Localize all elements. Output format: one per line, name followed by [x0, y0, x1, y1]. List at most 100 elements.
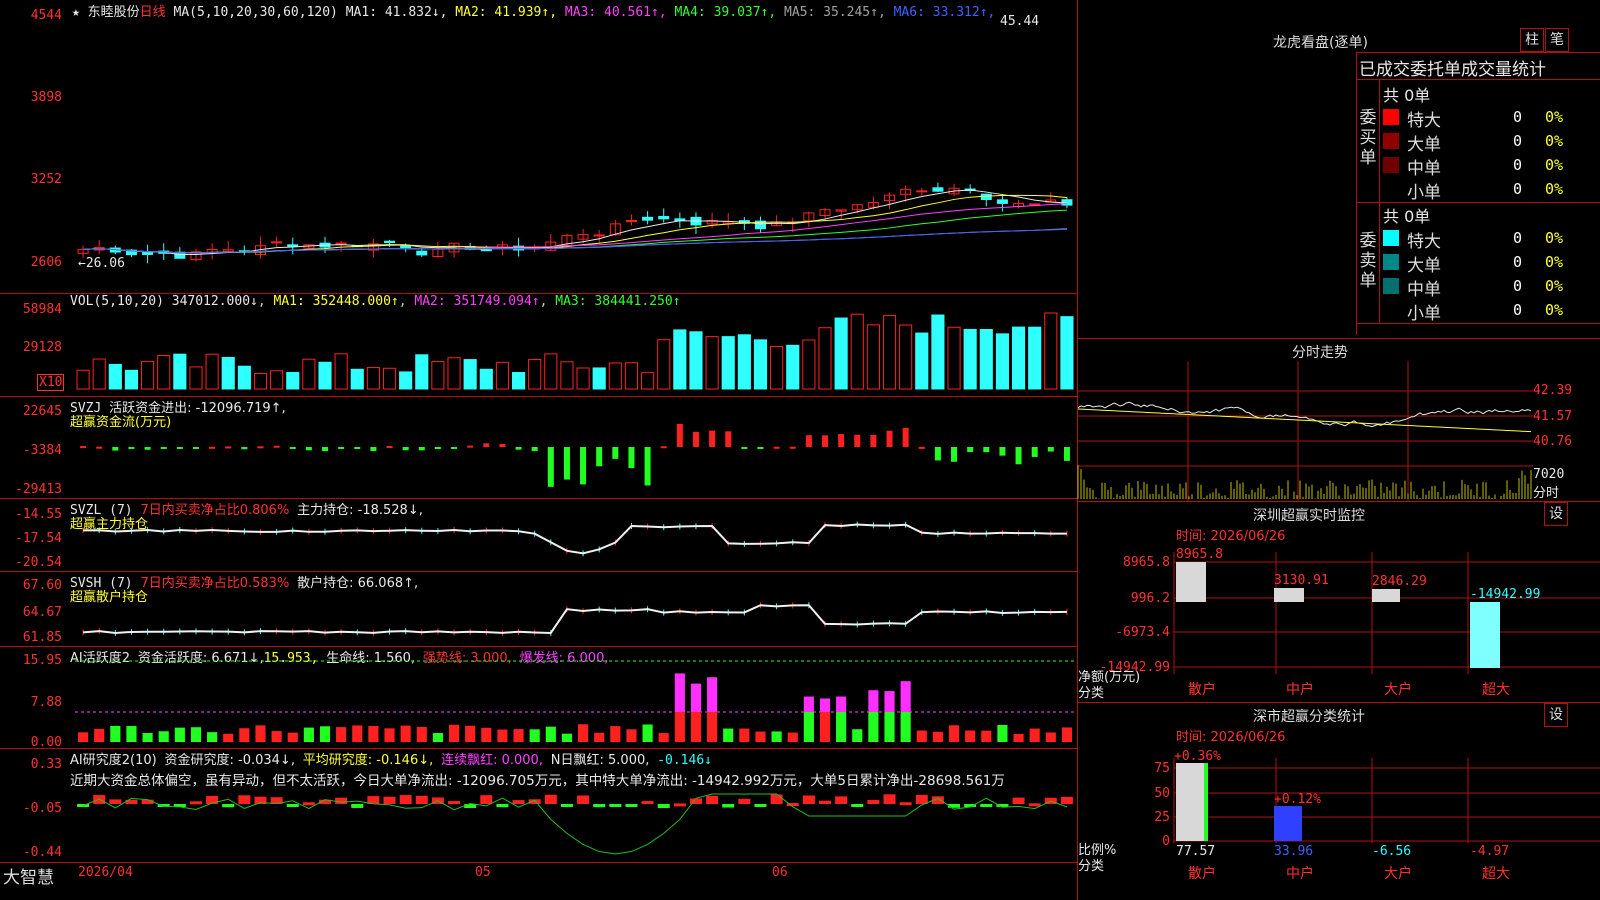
category-label: 中户 — [1286, 681, 1314, 698]
lhb-panel[interactable]: 龙虎看盘(逐单) 柱 笔 已成交委托单成交量统计 委买单 共 0单 特大 0 0% 大… — [1078, 0, 1600, 339]
research-bar — [286, 804, 299, 807]
volume-bar — [108, 363, 122, 390]
flow-bar — [983, 447, 990, 453]
volume-bar — [173, 353, 187, 390]
volume-bar — [141, 360, 155, 390]
date-label-1: 2026/04 — [78, 865, 133, 880]
bar-value-label: 33.96 — [1274, 844, 1313, 859]
svsh-line — [82, 602, 1068, 636]
research-bar — [706, 795, 719, 804]
activity-bar — [384, 728, 395, 742]
tick-mode-button[interactable]: 笔 — [1545, 28, 1569, 52]
order-row: 大单 0 0% — [1383, 251, 1600, 276]
fenshi-axis-1: 42.39 — [1533, 383, 1573, 398]
activity-bar — [78, 732, 89, 742]
research-bar — [867, 799, 880, 804]
candle-body — [593, 234, 605, 237]
activity-bar — [432, 733, 443, 742]
left-chart-area[interactable]: 4544 3898 3252 2606 ★ 东睦股份日线 MA(5,10,20,… — [0, 0, 1078, 900]
volume-bar — [689, 331, 703, 390]
candlestick-chart[interactable] — [75, 0, 1075, 290]
research-bar — [335, 797, 348, 804]
category-label: 超大 — [1482, 866, 1510, 882]
flow-bar — [531, 447, 538, 451]
category-bar — [1176, 562, 1206, 602]
ai1-axis-1: 15.95 — [22, 653, 62, 668]
activity-bar — [916, 730, 927, 742]
activity-bar — [110, 725, 121, 742]
research-bar — [593, 804, 606, 808]
volume-bar — [834, 317, 848, 390]
monitor-panel[interactable]: 深圳超赢实时监控 设 时间: 2026/06/26 净额(万元) 分类 8965… — [1078, 502, 1600, 703]
activity-bar — [868, 712, 879, 742]
activity-bar-top — [836, 696, 847, 712]
flow-bar — [209, 446, 216, 449]
volume-bar — [899, 324, 913, 390]
svzj-bars — [80, 423, 1070, 487]
volume-panel[interactable]: 58984 29128 X10 VOL(5,10,20) 347012.000↓… — [0, 294, 1077, 397]
activity-bar — [723, 728, 734, 742]
fenshi-vol-label: 7020 — [1533, 467, 1565, 482]
research-bar — [189, 801, 202, 805]
svzj-panel[interactable]: 22645 -3384 -29413 SVZJ 活跃资金进出: -12096.7… — [0, 397, 1077, 499]
ai-research-panel[interactable]: 0.33 -0.05 -0.44 AI研究度2(10) 资金研究度: -0.03… — [0, 749, 1077, 863]
flow-bar — [483, 443, 490, 447]
bar-axis-label: 25 — [1154, 810, 1170, 825]
activity-bar — [190, 727, 202, 742]
flow-bar — [1015, 447, 1022, 465]
ai-activity-panel[interactable]: 15.95 7.88 0.00 AI活跃度2 资金活跃度: 6.671↓,15.… — [0, 647, 1077, 750]
intraday-chart[interactable] — [1077, 361, 1533, 501]
activity-bar — [642, 724, 653, 742]
activity-bar — [368, 726, 379, 742]
research-bar — [496, 804, 509, 808]
stats-panel[interactable]: 深市超赢分类统计 设 时间: 2026/06/26 比例% 分类 75 50 25 0… — [1078, 703, 1600, 900]
activity-bar — [626, 729, 637, 742]
research-bar — [641, 801, 654, 805]
flow-bar — [854, 434, 861, 447]
category-label: 大户 — [1384, 681, 1412, 698]
svsh-panel[interactable]: 67.60 64.67 61.85 SVSH (7) 7日内买卖净占比0.583… — [0, 572, 1077, 647]
flow-bar — [434, 447, 441, 449]
candle-body — [271, 241, 283, 244]
volume-bar — [479, 368, 493, 390]
research-bar — [722, 804, 735, 808]
order-row: 大单 0 0% — [1383, 130, 1600, 155]
flow-bar — [628, 447, 635, 469]
bar-axis-label: -6973.4 — [1115, 625, 1170, 640]
volume-bar — [1060, 316, 1074, 390]
flow-bar — [773, 446, 780, 449]
flow-bar — [402, 447, 409, 451]
svzl-panel[interactable]: -14.55 -17.54 -20.54 SVZL (7) 7日内买卖净占比0.… — [0, 499, 1077, 572]
intraday-panel[interactable]: 分时走势 42.39 41.57 40.76 7020 分时 — [1077, 339, 1600, 502]
volume-bar — [770, 346, 784, 390]
volume-bar — [657, 339, 671, 390]
order-row: 中单 0 0% — [1383, 275, 1600, 300]
activity-bar — [658, 733, 669, 742]
research-bar — [915, 794, 928, 804]
activity-bar — [1029, 728, 1040, 742]
flow-bar — [838, 434, 845, 447]
category-bar — [1176, 763, 1204, 841]
flow-bar — [805, 435, 812, 447]
bar-value-label: 3130.91 — [1274, 573, 1329, 588]
volume-bar — [528, 359, 542, 390]
price-line — [1077, 401, 1532, 428]
bar-axis-label: 75 — [1154, 761, 1170, 776]
research-bar — [770, 794, 783, 804]
flow-bar — [257, 446, 264, 449]
flow-bar — [338, 447, 345, 449]
flow-bar — [692, 431, 699, 447]
flow-bar — [386, 446, 393, 449]
price-panel[interactable]: 4544 3898 3252 2606 ★ 东睦股份日线 MA(5,10,20,… — [0, 0, 1077, 294]
activity-bar — [126, 726, 137, 742]
bar-mode-button[interactable]: 柱 — [1520, 28, 1544, 52]
research-bar — [1028, 803, 1041, 807]
candle-body — [625, 220, 637, 223]
price-axis-4: 2606 — [30, 255, 62, 270]
flow-bar — [644, 447, 651, 486]
right-panel[interactable]: 龙虎看盘(逐单) 柱 笔 已成交委托单成交量统计 委买单 共 0单 特大 0 0% 大… — [1077, 0, 1600, 900]
activity-bar — [819, 712, 831, 742]
price-axis-2: 3898 — [30, 90, 62, 105]
flow-bar — [886, 430, 893, 447]
research-bar — [302, 802, 315, 806]
